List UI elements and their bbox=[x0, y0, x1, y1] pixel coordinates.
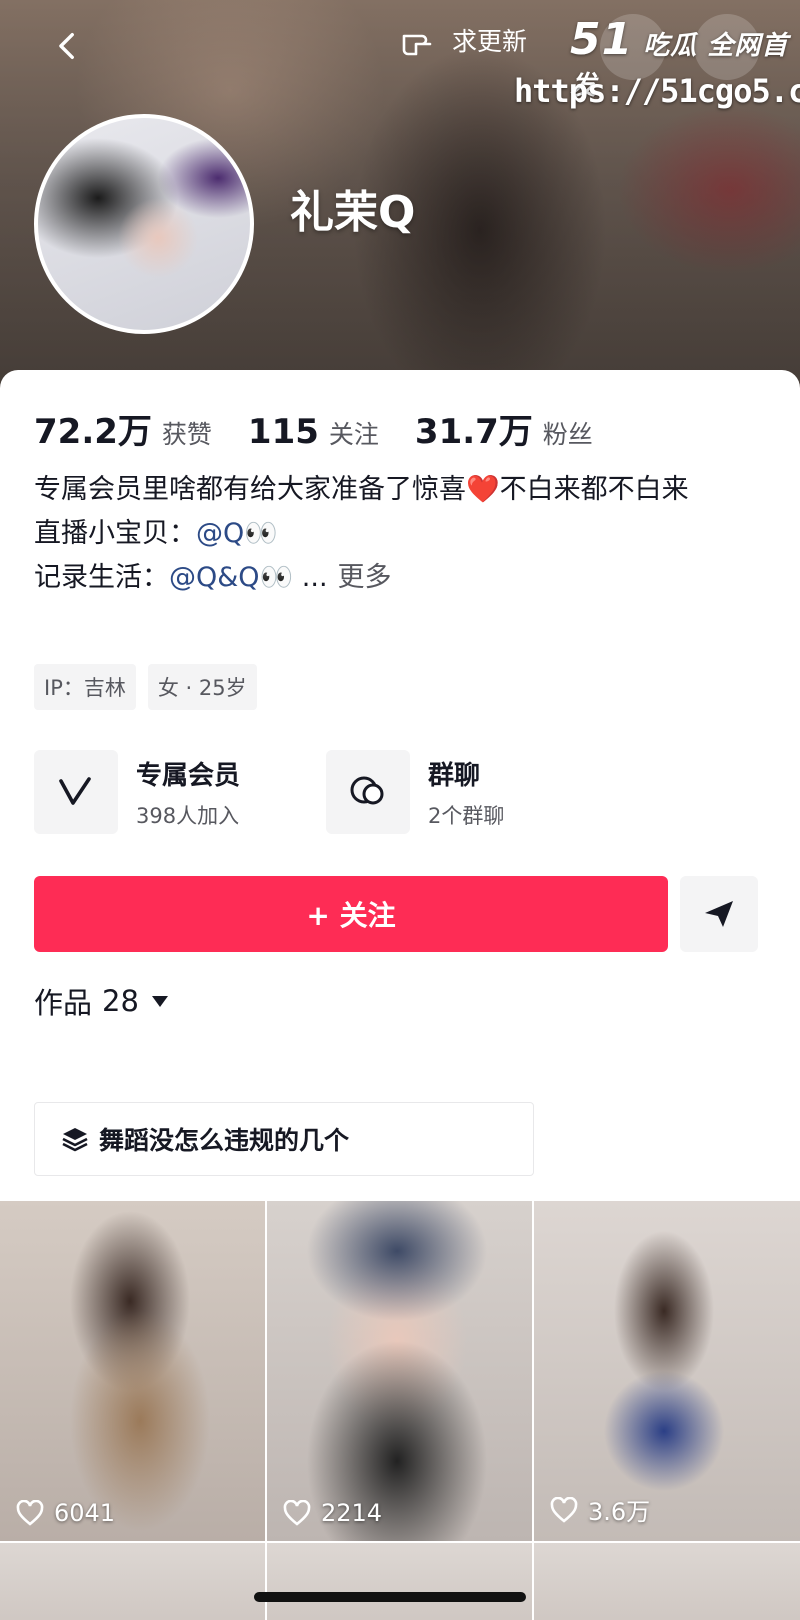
video-tile[interactable] bbox=[0, 1543, 265, 1620]
vip-v-icon bbox=[59, 777, 91, 805]
profile-tags: IP：吉林 女 · 25岁 bbox=[34, 664, 257, 710]
ip-location-tag: IP：吉林 bbox=[34, 664, 136, 710]
group-chat-subtitle: 2个群聊 bbox=[428, 803, 505, 828]
stat-likes-value: 72.2万 bbox=[34, 412, 152, 452]
video-tile[interactable]: 3.6万 bbox=[534, 1201, 800, 1541]
stat-following[interactable]: 115 关注 bbox=[248, 412, 379, 452]
video-tile[interactable] bbox=[534, 1543, 800, 1620]
profile-nickname: 礼茉Q bbox=[290, 187, 416, 238]
watermark-url: https://51cgo5.com bbox=[514, 72, 800, 110]
stat-likes-label: 获赞 bbox=[161, 420, 212, 449]
eyes-emoji-icon: 👀 bbox=[259, 562, 294, 593]
bio-life-mention[interactable]: @Q&Q bbox=[169, 562, 260, 593]
stat-following-value: 115 bbox=[247, 412, 319, 452]
vip-subtitle: 398人加入 bbox=[136, 803, 240, 828]
bio-live-label: 直播小宝贝： bbox=[34, 518, 196, 549]
vip-membership-entry[interactable]: 专属会员 398人加入 bbox=[34, 750, 326, 834]
stat-followers-value: 31.7万 bbox=[414, 412, 533, 452]
profile-card: 72.2万 获赞 115 关注 31.7万 粉丝 专属会员里啥都有给大家准备了惊… bbox=[0, 370, 800, 1620]
chat-bubble-icon bbox=[350, 776, 384, 805]
gender-age-tag: 女 · 25岁 bbox=[147, 664, 257, 710]
video-likes-count: 2214 bbox=[321, 1499, 383, 1527]
video-tile[interactable]: 6041 bbox=[0, 1201, 265, 1541]
works-tab[interactable]: 作品 28 bbox=[34, 980, 169, 1022]
layers-icon bbox=[62, 1128, 88, 1152]
works-label: 作品 bbox=[34, 986, 93, 1020]
heart-outline-icon bbox=[16, 1500, 44, 1526]
heart-outline-icon bbox=[283, 1500, 311, 1526]
video-likes: 2214 bbox=[283, 1499, 382, 1527]
home-indicator bbox=[254, 1592, 526, 1602]
vip-icon-box bbox=[34, 750, 118, 834]
video-tile[interactable] bbox=[267, 1543, 532, 1620]
video-tile[interactable]: 2214 bbox=[267, 1201, 532, 1541]
stat-following-label: 关注 bbox=[328, 420, 379, 449]
bio-text: 专属会员里啥都有给大家准备了惊喜 bbox=[34, 474, 466, 505]
follow-button[interactable]: + 关注 bbox=[34, 876, 668, 952]
eyes-emoji-icon: 👀 bbox=[244, 518, 278, 549]
video-likes-count: 6041 bbox=[54, 1499, 116, 1527]
send-icon bbox=[705, 901, 733, 927]
back-button[interactable] bbox=[36, 14, 100, 78]
works-count: 28 bbox=[102, 984, 139, 1018]
video-grid: 6041 2214 3.6万 bbox=[0, 1201, 800, 1620]
share-button[interactable] bbox=[680, 876, 758, 952]
action-row: + 关注 bbox=[34, 876, 758, 952]
stat-followers[interactable]: 31.7万 粉丝 bbox=[415, 404, 593, 453]
video-likes-count: 3.6万 bbox=[588, 1498, 651, 1526]
group-chat-icon-box bbox=[326, 750, 410, 834]
bio-text-tail: 不白来都不白来 bbox=[499, 474, 689, 505]
request-update-button[interactable]: 求更新 bbox=[400, 22, 527, 58]
group-chat-title: 群聊 bbox=[428, 760, 481, 791]
video-likes: 3.6万 bbox=[550, 1492, 650, 1527]
heart-emoji-icon: ❤️ bbox=[466, 474, 500, 505]
bio-live-mention[interactable]: @Q bbox=[196, 518, 244, 549]
stat-likes[interactable]: 72.2万 获赞 bbox=[34, 404, 212, 453]
stat-followers-label: 粉丝 bbox=[542, 420, 593, 449]
profile-services: 专属会员 398人加入 群聊 2个群聊 bbox=[34, 750, 618, 834]
watermark-mark: 51 bbox=[570, 14, 634, 65]
bio-line-1: 专属会员里啥都有给大家准备了惊喜❤️不白来都不白来 bbox=[34, 468, 774, 512]
bio-line-life: 记录生活：@Q&Q👀 ... 更多 bbox=[34, 556, 774, 600]
video-likes: 6041 bbox=[16, 1499, 115, 1527]
bio-life-label: 记录生活： bbox=[34, 562, 169, 593]
profile-banner: 求更新 51 吃瓜 全网首发 https://51cgo5.com 礼茉Q bbox=[0, 0, 800, 400]
vip-title: 专属会员 bbox=[136, 760, 241, 791]
group-chat-entry[interactable]: 群聊 2个群聊 bbox=[326, 750, 618, 834]
pointing-hand-icon bbox=[402, 34, 432, 56]
bio-ellipsis: ... bbox=[301, 562, 328, 593]
bio-more-link[interactable]: 更多 bbox=[338, 562, 392, 593]
avatar[interactable] bbox=[34, 114, 254, 334]
collection-chip[interactable]: 舞蹈没怎么违规的几个 bbox=[34, 1102, 534, 1176]
heart-outline-icon bbox=[550, 1496, 578, 1523]
caret-down-icon bbox=[151, 996, 168, 1007]
profile-bio: 专属会员里啥都有给大家准备了惊喜❤️不白来都不白来 直播小宝贝：@Q👀 记录生活… bbox=[34, 468, 774, 600]
request-update-label: 求更新 bbox=[452, 27, 528, 56]
collection-label: 舞蹈没怎么违规的几个 bbox=[99, 1126, 350, 1155]
profile-stats: 72.2万 获赞 115 关注 31.7万 粉丝 bbox=[34, 404, 629, 453]
chevron-left-icon bbox=[59, 32, 74, 60]
bio-line-live: 直播小宝贝：@Q👀 bbox=[34, 512, 774, 556]
